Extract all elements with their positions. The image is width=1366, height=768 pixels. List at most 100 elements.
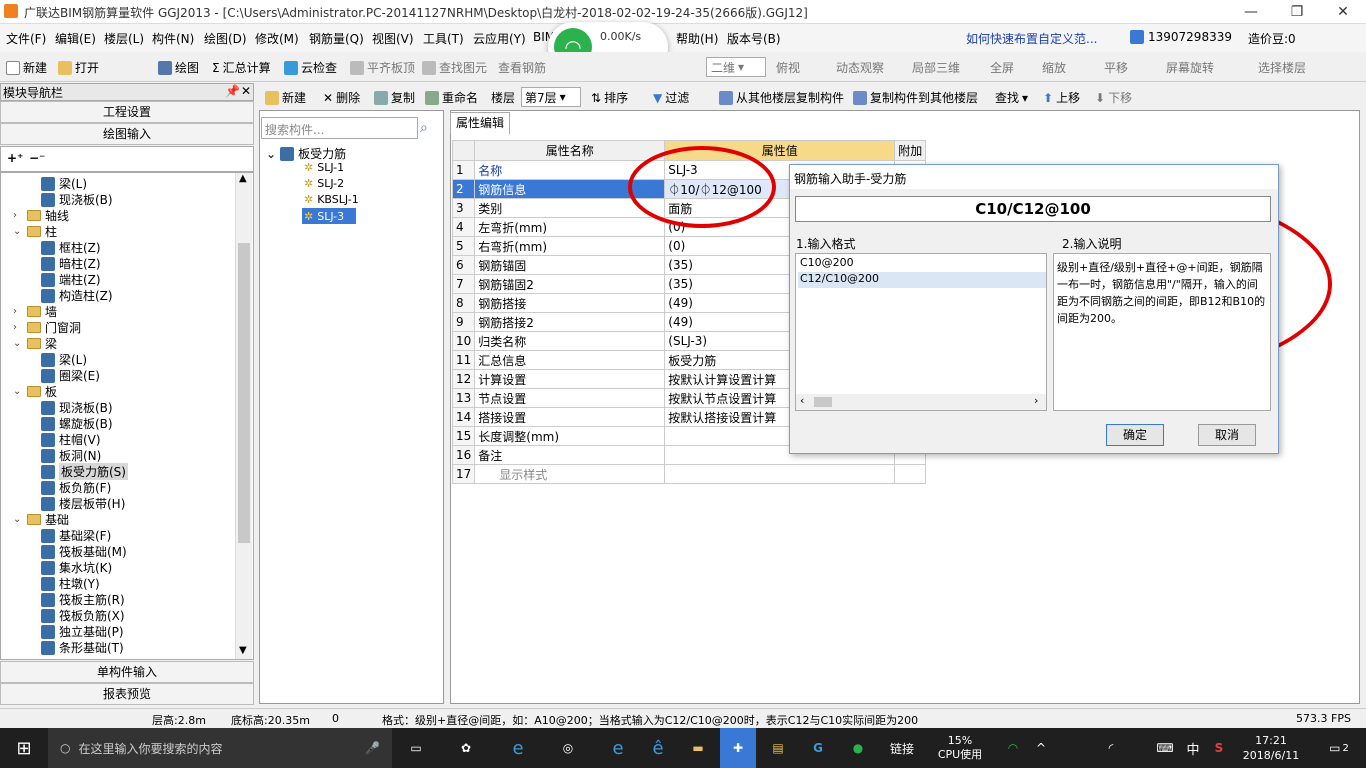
tree-item[interactable]: 板负筋(F)	[41, 479, 111, 496]
search-icon[interactable]: ⌕	[420, 120, 428, 136]
tree-folder[interactable]: ⌄ 柱	[13, 223, 57, 240]
app-icon-green[interactable]: ●	[840, 728, 876, 768]
tree-item[interactable]: 柱墩(Y)	[41, 575, 100, 592]
pin-icon[interactable]: 📌	[225, 84, 240, 98]
component-search-input[interactable]: 搜索构件...	[261, 117, 418, 139]
tree-item[interactable]: 梁(L)	[41, 175, 87, 192]
close-button[interactable]: ✕	[1320, 0, 1366, 24]
cloud-check-button[interactable]: 云检查	[284, 59, 337, 76]
howto-link[interactable]: 如何快速布置自定义范...	[966, 30, 1097, 47]
tree-folder[interactable]: › 门窗洞	[13, 319, 81, 336]
component-item[interactable]: ✲ SLJ-1	[304, 161, 344, 174]
tree-folder[interactable]: › 轴线	[13, 207, 69, 224]
tree-item[interactable]: 楼层板带(H)	[41, 495, 125, 512]
app-icon-active[interactable]: ✚	[720, 728, 756, 768]
select-floor-button[interactable]: 选择楼层	[1258, 59, 1306, 76]
tree-folder[interactable]: ⌄ 基础	[13, 511, 69, 528]
taskbar-search-box[interactable]: ○ 在这里输入你要搜索的内容 🎤	[48, 728, 392, 768]
nav-draw-input[interactable]: 绘图输入	[0, 123, 254, 145]
menu-component[interactable]: 构件(N)	[152, 30, 194, 47]
ie-icon-2[interactable]: ê	[640, 728, 676, 768]
file-explorer-icon[interactable]: ▬	[680, 728, 716, 768]
view-mode-select[interactable]: 二维 ▾	[706, 57, 766, 77]
flatten-top-button[interactable]: 平齐板顶	[350, 59, 415, 76]
property-add-checkbox[interactable]	[894, 464, 927, 484]
component-root[interactable]: ⌄ 板受力筋	[266, 145, 346, 162]
chevron-down-icon[interactable]: ⌄	[13, 226, 23, 237]
find-element-button[interactable]: 查找图元	[422, 59, 487, 76]
pan-button[interactable]: 平移	[1104, 59, 1128, 76]
floor-select[interactable]: 第7层 ▾	[521, 87, 581, 107]
scroll-thumb[interactable]	[814, 397, 832, 407]
view-rebar-button[interactable]: 查看钢筋	[498, 59, 546, 76]
taskbar-link[interactable]: 链接	[882, 728, 922, 768]
collapse-all-icon[interactable]: −⁻	[29, 151, 45, 165]
tree-item[interactable]: 筏板基础(M)	[41, 543, 127, 560]
maximize-button[interactable]: ❐	[1274, 0, 1320, 24]
component-new-button[interactable]: 新建	[265, 89, 306, 106]
tree-folder[interactable]: › 墙	[13, 303, 57, 320]
ime-indicator[interactable]: 中	[1180, 728, 1206, 768]
keyboard-icon[interactable]: ⌨	[1150, 728, 1180, 768]
menu-tools[interactable]: 工具(T)	[423, 30, 464, 47]
menu-help[interactable]: 帮助(H)	[676, 30, 718, 47]
tab-property-edit[interactable]: 属性编辑	[450, 112, 510, 134]
chevron-right-icon[interactable]: ›	[13, 322, 23, 333]
component-item-selected[interactable]: ✲ SLJ-3	[302, 208, 356, 224]
tree-item[interactable]: 端柱(Z)	[41, 271, 101, 288]
zoom-button[interactable]: 缩放	[1042, 59, 1066, 76]
copy-from-floor-button[interactable]: 从其他楼层复制构件	[719, 89, 844, 106]
edge-icon[interactable]: e	[500, 728, 536, 768]
component-item[interactable]: ✲ KBSLJ-1	[304, 193, 359, 206]
nav-report-preview[interactable]: 报表预览	[0, 683, 254, 705]
copy-button[interactable]: 复制	[374, 89, 415, 106]
rebar-input-field[interactable]: C10/C12@100	[795, 196, 1271, 222]
property-row[interactable]: 17 显示样式	[451, 464, 927, 484]
clock[interactable]: 17:21 2018/6/11	[1236, 728, 1306, 768]
tree-item[interactable]: 条形基础(T)	[41, 639, 124, 656]
draw-button[interactable]: 绘图	[158, 59, 199, 76]
notification-center[interactable]: ▭ 2	[1316, 728, 1362, 768]
network-tray-icon[interactable]: ◜	[1098, 728, 1124, 768]
sogou-icon[interactable]: S	[1206, 728, 1232, 768]
tree-item[interactable]: 板洞(N)	[41, 447, 101, 464]
nav-project-settings[interactable]: 工程设置	[0, 101, 254, 123]
microphone-icon[interactable]: 🎤	[365, 741, 380, 755]
chevron-left-icon[interactable]: ‹	[800, 394, 804, 407]
rename-button[interactable]: 重命名	[425, 89, 478, 106]
tree-item[interactable]: 梁(L)	[41, 351, 87, 368]
scroll-down-icon[interactable]: ▼	[239, 645, 247, 656]
app-icon-1[interactable]: ✿	[448, 728, 484, 768]
chevron-up-icon[interactable]: ^	[1028, 728, 1054, 768]
format-list-hscrollbar[interactable]: ‹ ›	[796, 394, 1046, 410]
chevron-right-icon[interactable]: ›	[13, 210, 23, 221]
chevron-right-icon[interactable]: ›	[13, 306, 23, 317]
filter-button[interactable]: ▼ 过滤	[653, 89, 689, 106]
local-3d-button[interactable]: 局部三维	[912, 59, 960, 76]
tree-item[interactable]: 圈梁(E)	[41, 367, 100, 384]
nav-single-input[interactable]: 单构件输入	[0, 661, 254, 683]
tree-item[interactable]: 板受力筋(S)	[41, 463, 128, 480]
menu-modify[interactable]: 修改(M)	[255, 30, 299, 47]
scroll-up-icon[interactable]: ▲	[239, 173, 247, 184]
menu-edit[interactable]: 编辑(E)	[55, 30, 96, 47]
fullscreen-button[interactable]: 全屏	[990, 59, 1014, 76]
tree-item[interactable]: 集水坑(K)	[41, 559, 112, 576]
tree-item[interactable]: 柱帽(V)	[41, 431, 101, 448]
tree-scrollbar[interactable]: ▲ ▼	[235, 173, 252, 659]
tree-item[interactable]: 现浇板(B)	[41, 399, 113, 416]
dynamic-view-button[interactable]: 动态观察	[836, 59, 884, 76]
notes-icon[interactable]: ▤	[760, 728, 796, 768]
chevron-down-icon[interactable]: ⌄	[13, 338, 23, 349]
app-icon-2[interactable]: ◎	[550, 728, 586, 768]
tree-folder[interactable]: ⌄ 梁	[13, 335, 57, 352]
sum-calc-button[interactable]: Σ 汇总计算	[212, 59, 271, 76]
tree-item[interactable]: 现浇板(B)	[41, 191, 113, 208]
menu-draw[interactable]: 绘图(D)	[204, 30, 247, 47]
sort-button[interactable]: ⇅ 排序	[591, 89, 628, 106]
ie-icon[interactable]: e	[600, 728, 636, 768]
tree-item[interactable]: 筏板负筋(X)	[41, 607, 125, 624]
menu-floor[interactable]: 楼层(L)	[104, 30, 144, 47]
format-option-selected[interactable]: C12/C10@200	[798, 272, 1046, 288]
screen-rotate-button[interactable]: 屏幕旋转	[1166, 59, 1214, 76]
